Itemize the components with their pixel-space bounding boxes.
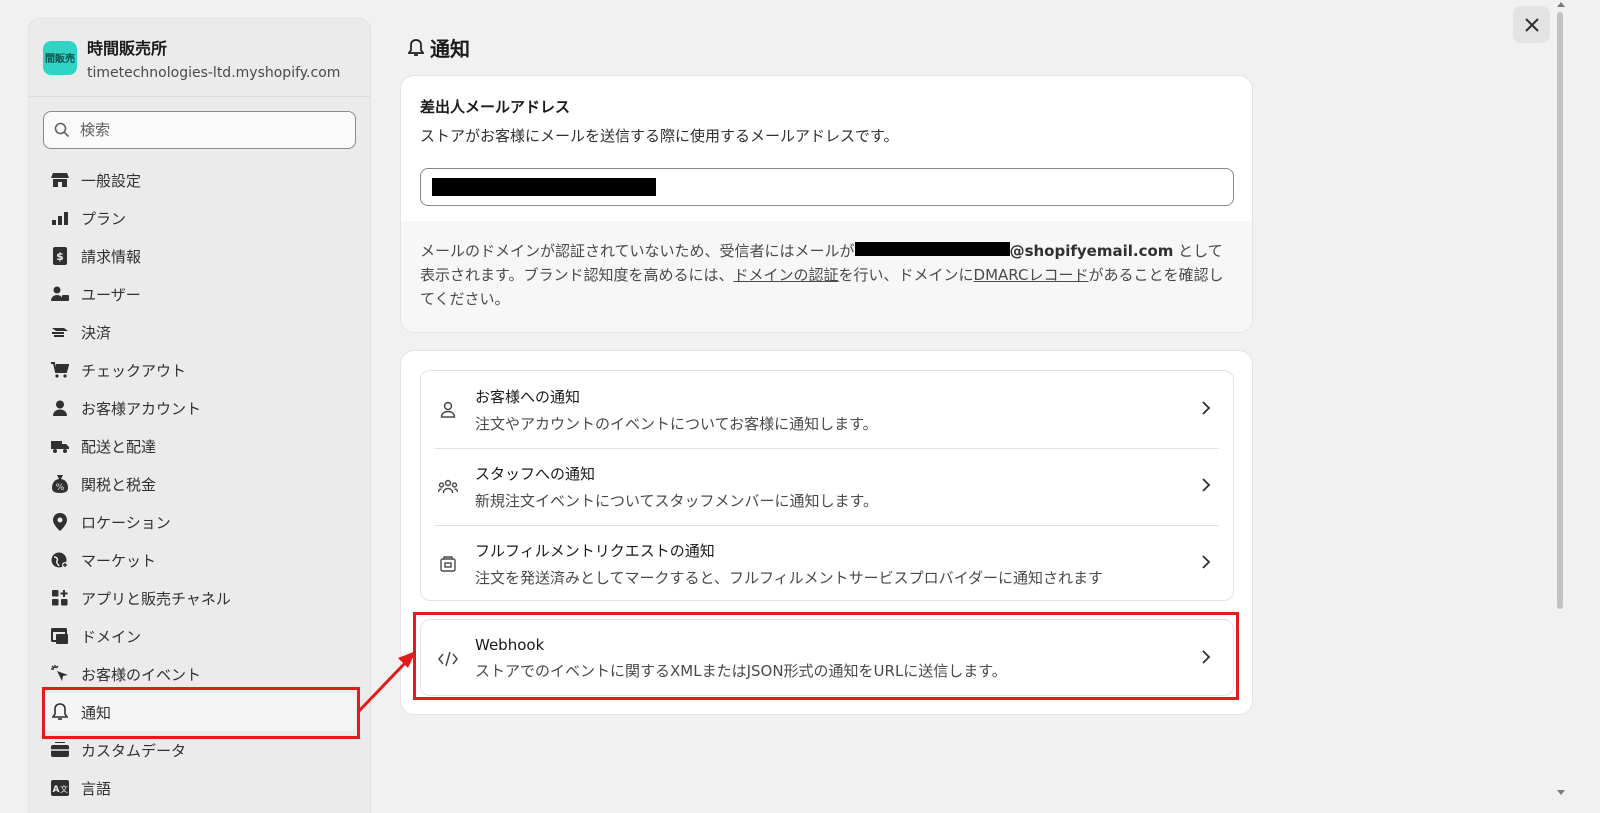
sidebar-item-label: チェックアウト (81, 361, 187, 380)
row-description: 新規注文イベントについてスタッフメンバーに通知します。 (475, 491, 879, 510)
page-title-text: 通知 (430, 37, 470, 61)
store-domain: timetechnologies-ltd.myshopify.com (87, 64, 341, 81)
sender-email-label: 差出人メールアドレス (420, 98, 571, 116)
sidebar-item-customer-accounts[interactable]: お客様アカウント (29, 389, 370, 427)
row-description: 注文を発送済みとしてマークすると、フルフィルメントサービスプロバイダーに通知され… (475, 568, 1104, 587)
sidebar-item-label: プラン (81, 209, 127, 228)
sidebar-item-label: マーケット (81, 551, 157, 570)
sender-email-card: 差出人メールアドレス ストアがお客様にメールを送信する際に使用するメールアドレス… (400, 75, 1253, 333)
close-icon (1524, 17, 1539, 32)
sender-email-field[interactable] (420, 168, 1234, 206)
highlight-box-webhook (413, 612, 1239, 700)
sidebar-item-label: ドメイン (81, 627, 142, 646)
chevron-right-icon (1201, 555, 1211, 569)
scrollbar[interactable] (1555, 0, 1567, 813)
sidebar-item-taxes[interactable]: % 関税と税金 (29, 465, 370, 503)
svg-text:A: A (53, 785, 60, 795)
users-icon (51, 285, 69, 303)
sender-email-description: ストアがお客様にメールを送信する際に使用するメールアドレスです。 (420, 127, 899, 145)
search-box[interactable] (43, 111, 356, 149)
svg-text:文: 文 (60, 784, 68, 794)
page-title: 通知 (408, 33, 470, 62)
tax-icon: % (51, 475, 69, 493)
sidebar-item-label: ユーザー (81, 285, 141, 304)
dmarc-record-link[interactable]: DMARCレコード (974, 266, 1089, 284)
notice-email-suffix: @shopifyemail.com (1009, 242, 1174, 260)
search-input[interactable] (80, 121, 330, 139)
fulfillment-icon (437, 555, 459, 572)
notice-text-1: メールのドメインが認証されていないため、受信者にはメールが (420, 242, 855, 260)
sidebar-item-users[interactable]: ユーザー (29, 275, 370, 313)
sidebar-item-markets[interactable]: マーケット (29, 541, 370, 579)
store-name: 時間販売所 (87, 38, 168, 58)
sidebar-item-billing[interactable]: $ 請求情報 (29, 237, 370, 275)
sidebar-item-label: ロケーション (81, 513, 171, 532)
person-outline-icon (437, 401, 459, 419)
sidebar-item-general[interactable]: 一般設定 (29, 161, 370, 199)
sidebar-item-label: お客様のイベント (81, 665, 202, 684)
redacted-email (432, 178, 656, 196)
sidebar-item-label: 関税と税金 (81, 475, 157, 494)
sidebar-item-locations[interactable]: ロケーション (29, 503, 370, 541)
custom-data-icon (51, 741, 69, 759)
sidebar-item-label: お客様アカウント (81, 399, 202, 418)
person-icon (51, 399, 69, 417)
globe-icon (51, 551, 69, 569)
cursor-icon (51, 665, 69, 683)
sidebar-item-label: 言語 (81, 779, 112, 798)
notice-text-3: を行い、ドメインに (838, 266, 974, 284)
scroll-down-arrow-icon[interactable] (1557, 790, 1565, 795)
billing-icon: $ (51, 247, 69, 265)
store-logo: 間販売 (43, 40, 77, 75)
sidebar-item-label: 配送と配達 (81, 437, 157, 456)
sidebar-item-label: 決済 (81, 323, 112, 342)
fulfillment-notifications-row[interactable]: フルフィルメントリクエストの通知 注文を発送済みとしてマークすると、フルフィルメ… (421, 525, 1233, 600)
row-description: 注文やアカウントのイベントについてお客様に通知します。 (475, 414, 878, 433)
chevron-right-icon (1201, 478, 1211, 492)
svg-text:%: % (56, 483, 65, 493)
search-icon (54, 122, 70, 138)
bell-icon (408, 38, 424, 57)
domain-icon (51, 627, 69, 645)
redacted-email-prefix (854, 242, 1010, 256)
row-title: スタッフへの通知 (475, 464, 596, 483)
store-icon (51, 171, 69, 189)
sidebar-item-label: 請求情報 (81, 247, 142, 266)
sidebar-item-apps[interactable]: アプリと販売チャネル (29, 579, 370, 617)
chevron-right-icon (1201, 401, 1211, 415)
apps-icon (51, 589, 69, 607)
scroll-up-arrow-icon[interactable] (1557, 2, 1565, 7)
language-icon: A文 (51, 779, 69, 797)
verify-domain-link[interactable]: ドメインの認証 (734, 266, 839, 284)
truck-icon (51, 437, 69, 455)
sidebar-item-label: 一般設定 (81, 171, 142, 190)
row-title: お客様への通知 (475, 387, 581, 406)
svg-text:$: $ (56, 250, 64, 263)
sidebar-item-payments[interactable]: 決済 (29, 313, 370, 351)
sidebar-item-plan[interactable]: プラン (29, 199, 370, 237)
customer-notifications-row[interactable]: お客様への通知 注文やアカウントのイベントについてお客様に通知します。 (421, 371, 1233, 448)
location-pin-icon (51, 513, 69, 531)
notification-list: お客様への通知 注文やアカウントのイベントについてお客様に通知します。 スタッフ… (420, 370, 1234, 601)
row-title: フルフィルメントリクエストの通知 (475, 541, 715, 560)
scrollbar-thumb[interactable] (1557, 12, 1563, 609)
store-header[interactable]: 間販売 時間販売所 timetechnologies-ltd.myshopify… (29, 19, 370, 97)
sidebar-item-label: カスタムデータ (81, 741, 187, 760)
cart-icon (51, 361, 69, 379)
sidebar-item-domains[interactable]: ドメイン (29, 617, 370, 655)
domain-notice: メールのドメインが認証されていないため、受信者にはメールが @shopifyema… (401, 221, 1252, 332)
close-button[interactable] (1513, 6, 1550, 43)
staff-notifications-row[interactable]: スタッフへの通知 新規注文イベントについてスタッフメンバーに通知します。 (421, 448, 1233, 525)
team-icon (437, 479, 459, 495)
sidebar-item-languages[interactable]: A文 言語 (29, 769, 370, 807)
plan-icon (51, 209, 69, 227)
sidebar-item-label: アプリと販売チャネル (81, 589, 231, 608)
highlight-box-notifications (42, 687, 360, 739)
payments-icon (51, 323, 69, 341)
sidebar-item-shipping[interactable]: 配送と配達 (29, 427, 370, 465)
sidebar-item-checkout[interactable]: チェックアウト (29, 351, 370, 389)
